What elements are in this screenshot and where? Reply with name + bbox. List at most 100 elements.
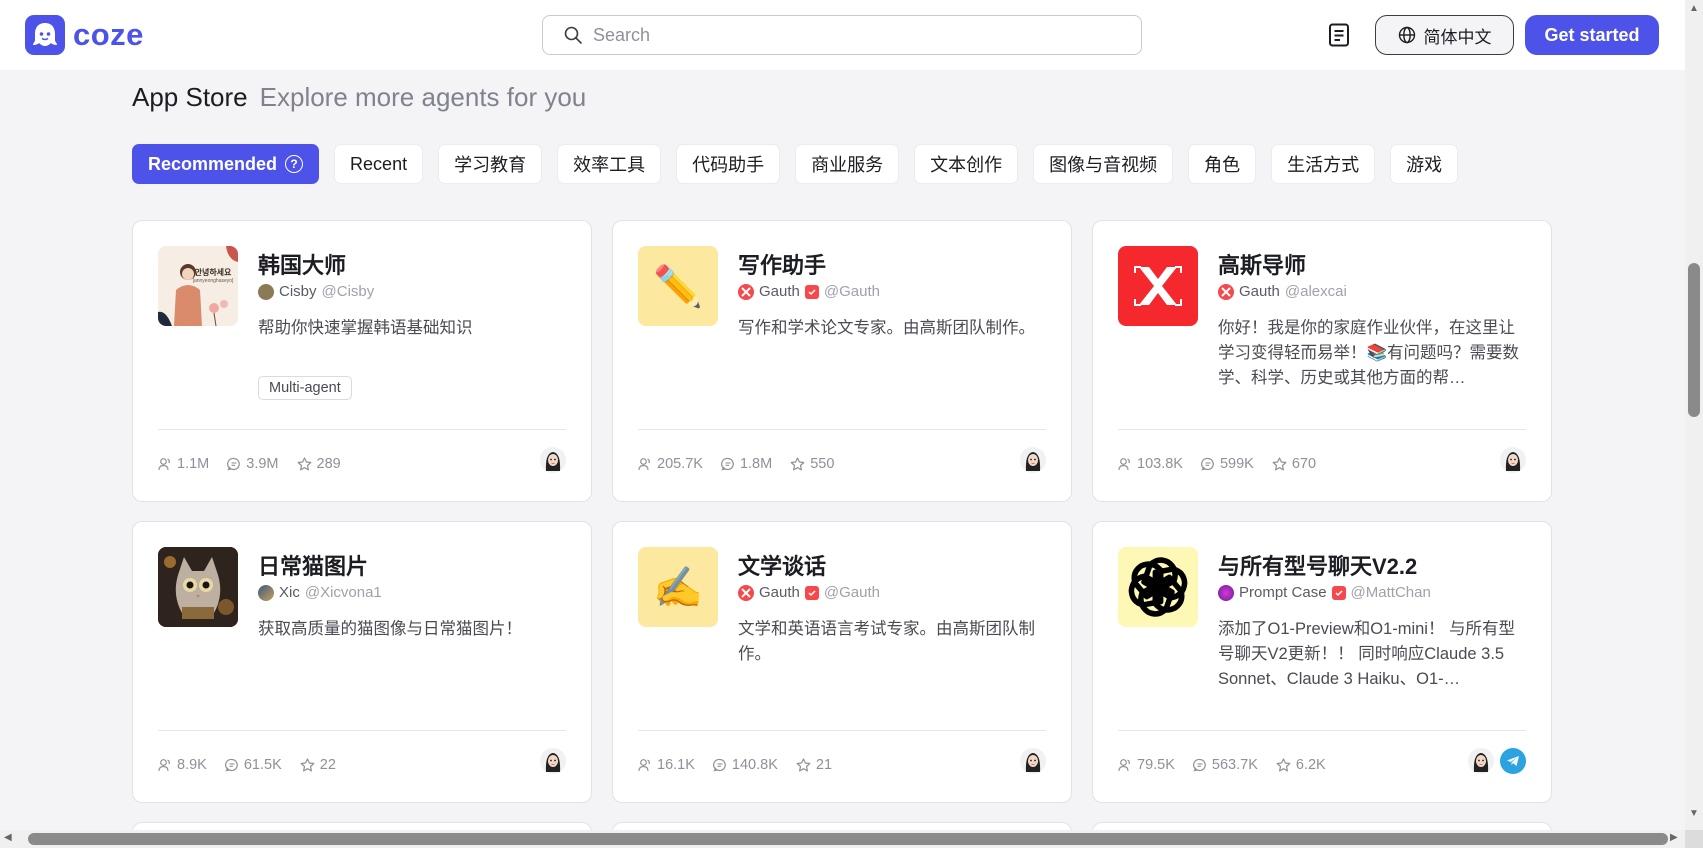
tab-lifestyle[interactable]: 生活方式 [1271, 144, 1376, 184]
author-name: Gauth [759, 584, 800, 601]
coze-logo[interactable]: coze [25, 15, 144, 55]
agent-title: 文学谈话 [738, 554, 827, 579]
author-handle: @Gauth [823, 584, 880, 601]
get-started-button[interactable]: Get started [1525, 15, 1659, 55]
agent-card[interactable]: 안녕하세요 [annyeonghaseyo] 韩国大师 Cisby @Cisby… [132, 220, 592, 502]
users-icon [1118, 759, 1130, 772]
author-avatar [1218, 584, 1234, 601]
author-handle: @MattChan [1350, 584, 1431, 601]
star-count: 289 [316, 456, 341, 472]
chat-count: 3.9M [246, 456, 279, 472]
tab-media[interactable]: 图像与音视频 [1033, 144, 1174, 184]
top-header: coze 简体中文 Get started [0, 0, 1685, 70]
bot-avatars [540, 447, 566, 473]
bot-avatar [1020, 748, 1046, 774]
user-count: 103.8K [1137, 456, 1183, 472]
agent-thumbnail: ✍️ [638, 547, 718, 627]
scroll-left-arrow-icon[interactable]: ◀ [4, 832, 12, 843]
agent-author[interactable]: Prompt Case @MattChan [1218, 584, 1431, 601]
bot-avatar [1020, 447, 1046, 473]
scroll-up-arrow-icon[interactable]: ▲ [1689, 3, 1699, 14]
users-icon [158, 458, 170, 471]
scroll-down-arrow-icon[interactable]: ▼ [1689, 808, 1699, 819]
agent-description: 添加了O1-Preview和O1-mini！ 与所有型号聊天V2更新！！ 同时响… [1218, 620, 1516, 688]
tab-games[interactable]: 游戏 [1390, 144, 1459, 184]
author-handle: @Xicvona1 [304, 584, 382, 601]
agent-author[interactable]: Gauth @Gauth [738, 584, 880, 601]
tab-writing[interactable]: 文本创作 [914, 144, 1019, 184]
search-input[interactable] [593, 24, 1093, 46]
tab-business[interactable]: 商业服务 [795, 144, 900, 184]
vertical-scroll-thumb[interactable] [1688, 263, 1700, 417]
bot-avatar [540, 748, 566, 774]
agent-author[interactable]: Xic @Xicvona1 [258, 584, 382, 601]
author-name: Prompt Case [1239, 584, 1327, 601]
horizontal-scroll-thumb[interactable] [28, 833, 1668, 845]
users-icon [638, 458, 650, 471]
help-icon[interactable]: ? [285, 155, 304, 173]
star-icon [1276, 758, 1291, 772]
language-button[interactable]: 简体中文 [1375, 15, 1514, 55]
star-icon [796, 758, 811, 772]
tab-education[interactable]: 学习教育 [438, 144, 543, 184]
author-name: Gauth [1239, 283, 1280, 300]
horizontal-scrollbar[interactable]: ◀ ▶ [0, 830, 1685, 848]
star-count: 21 [815, 757, 833, 773]
agent-card[interactable]: 高斯导师 Gauth @alexcai 你好！我是你的家庭作业伙伴，在这里让学习… [1092, 220, 1552, 502]
agent-stats: 103.8K 599K 670 [1118, 456, 1316, 472]
agent-card[interactable]: ✍️ 文学谈话 Gauth @Gauth 文学和英语语言考试专家。由高斯团队制作… [612, 521, 1072, 803]
user-count: 1.1M [177, 456, 210, 472]
page-subtitle: Explore more agents for you [259, 82, 587, 112]
verified-badge-icon [804, 284, 819, 299]
agent-description: 文学和英语语言考试专家。由高斯团队制作。 [738, 620, 1035, 663]
chat-icon [227, 457, 241, 471]
brand-name: coze [73, 17, 144, 52]
agent-card[interactable]: ✏️ 写作助手 Gauth @Gauth 写作和学术论文专家。由高斯团队制作。 … [612, 220, 1072, 502]
agent-stats: 205.7K 1.8M 550 [638, 456, 834, 472]
divider [158, 730, 566, 731]
tab-productivity[interactable]: 效率工具 [557, 144, 662, 184]
page-title-main: App Store [132, 82, 248, 112]
star-icon [1272, 457, 1287, 471]
agent-title: 写作助手 [738, 253, 827, 278]
agent-stats: 8.9K 61.5K 22 [158, 757, 336, 773]
vertical-scrollbar[interactable]: ▲ ▼ [1685, 0, 1703, 848]
tab-recommended[interactable]: Recommended ? [132, 144, 320, 184]
gauth-logo-icon [738, 283, 754, 300]
writing-hand-icon: ✍️ [653, 565, 703, 610]
tab-code-assistant[interactable]: 代码助手 [676, 144, 781, 184]
page-title: App Store Explore more agents for you [132, 82, 586, 113]
search-box[interactable] [542, 15, 1142, 55]
agent-title: 与所有型号聊天V2.2 [1218, 554, 1418, 579]
cat-image [158, 547, 238, 627]
agent-title: 韩国大师 [258, 253, 347, 278]
tab-recent[interactable]: Recent [334, 144, 424, 184]
globe-icon [1398, 26, 1415, 44]
agent-title: 高斯导师 [1218, 253, 1307, 278]
agent-author[interactable]: Cisby @Cisby [258, 283, 374, 300]
bot-avatars [1500, 447, 1526, 473]
agent-author[interactable]: Gauth @alexcai [1218, 283, 1347, 300]
divider [1118, 730, 1526, 731]
docs-icon[interactable] [1325, 21, 1353, 49]
divider [638, 429, 1046, 430]
bot-avatars [1020, 447, 1046, 473]
agent-author[interactable]: Gauth @Gauth [738, 283, 880, 300]
users-icon [1118, 458, 1130, 471]
scrollbar-corner [1685, 830, 1703, 848]
tab-characters[interactable]: 角色 [1188, 144, 1257, 184]
bot-avatars [540, 748, 566, 774]
agent-description: 你好！我是你的家庭作业伙伴，在这里让学习变得轻而易举！📚有问题吗？需要数学、科学… [1218, 319, 1520, 387]
agent-description: 帮助你快速掌握韩语基础知识 [258, 319, 473, 337]
bot-avatar [1500, 447, 1526, 473]
scroll-right-arrow-icon[interactable]: ▶ [1670, 832, 1678, 843]
star-icon [297, 457, 311, 471]
author-avatar [258, 283, 274, 300]
users-icon [638, 759, 650, 772]
chat-icon [721, 457, 734, 471]
chat-icon [1192, 758, 1206, 772]
agent-stats: 79.5K 563.7K 6.2K [1118, 757, 1326, 773]
author-avatar [258, 584, 274, 601]
agent-card[interactable]: 与所有型号聊天V2.2 Prompt Case @MattChan 添加了O1-… [1092, 521, 1552, 803]
agent-card[interactable]: 日常猫图片 Xic @Xicvona1 获取高质量的猫图像与日常猫图片！ 8.9… [132, 521, 592, 803]
